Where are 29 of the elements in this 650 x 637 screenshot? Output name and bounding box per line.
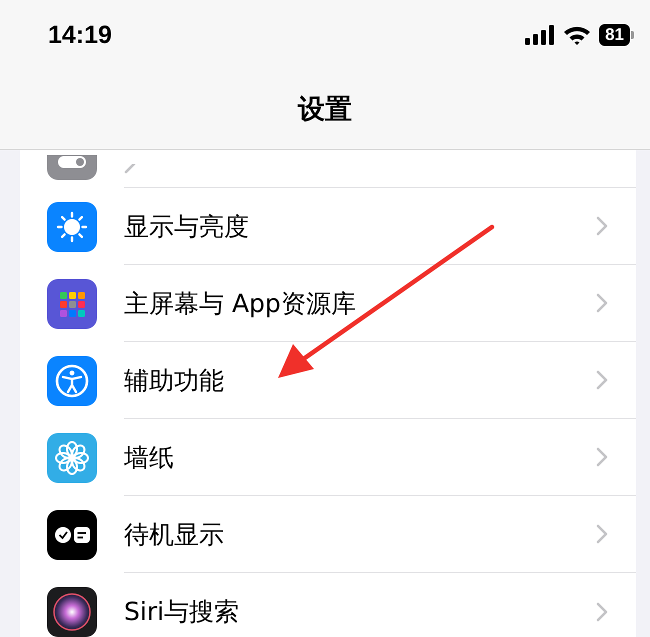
page-title: 设置 [296,93,353,127]
app-grid-icon [47,278,97,328]
row-label: 待机显示 [124,518,224,550]
row-label: 主屏幕与 App资源库 [124,288,356,320]
chevron-icon [596,293,608,313]
flower-icon [47,432,97,482]
toggle-icon [47,155,97,180]
standby-icon [47,510,97,560]
settings-row[interactable]: 待机显示 [20,496,636,573]
chevron-icon [596,216,608,236]
siri-icon [47,586,97,636]
chevron-icon [596,602,608,622]
settings-row[interactable]: 墙纸 [20,419,636,496]
settings-row[interactable]: Siri与搜索 [20,573,636,637]
chevron-icon [596,447,608,467]
row-label: 辅助功能 [124,364,224,396]
sun-icon [47,202,97,252]
chevron-icon [596,524,608,544]
wifi-icon [563,25,592,45]
chevron-icon [596,370,608,390]
row-label: Siri与搜索 [124,596,240,628]
chevron-icon [124,164,136,174]
accessibility-icon [47,356,97,406]
row-label: 显示与亮度 [124,210,249,242]
signal-icon [525,25,556,45]
status-time: 14:19 [48,20,112,50]
row-label: 墙纸 [124,442,174,474]
settings-row[interactable]: 主屏幕与 App资源库 [20,265,636,342]
settings-row[interactable]: 显示与亮度 [20,188,636,265]
